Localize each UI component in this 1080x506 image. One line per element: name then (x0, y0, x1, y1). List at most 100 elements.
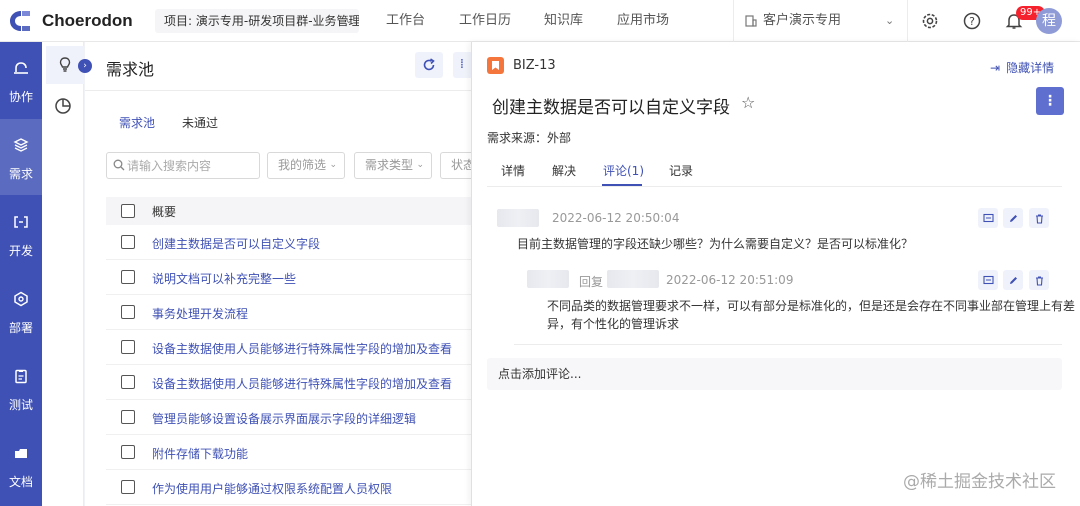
search-icon (113, 159, 125, 171)
nav-knowledge[interactable]: 知识库 (544, 0, 583, 42)
settings-gear-icon[interactable] (919, 10, 941, 32)
filter-label: 我的筛选 (278, 158, 327, 172)
row-checkbox[interactable] (121, 305, 135, 319)
list-item[interactable]: 管理员能够设置设备展示界面展示字段的详细逻辑 (106, 400, 471, 435)
clipboard-icon (12, 367, 30, 385)
pie-chart-icon (55, 98, 71, 114)
edit-icon[interactable] (1003, 270, 1023, 290)
project-select[interactable]: 项目: 演示专用-研发项目群-业务管理 ⌄ (155, 9, 359, 33)
more-actions-button[interactable]: ⁞ (453, 52, 471, 78)
sidebar-item-docs[interactable]: 文档 (0, 427, 42, 503)
list-item[interactable]: 作为使用用户能够通过权限系统配置人员权限 (106, 470, 471, 505)
sidebar-item-requirement[interactable]: 需求 (0, 119, 42, 195)
tab-resolve[interactable]: 解决 (552, 162, 576, 179)
select-all-checkbox[interactable] (121, 204, 135, 218)
lightbulb-icon (59, 57, 71, 72)
delete-icon[interactable] (1029, 270, 1049, 290)
refresh-button[interactable] (415, 52, 443, 78)
comment-reply-icon[interactable] (978, 270, 998, 290)
app-name: Choerodon (42, 11, 133, 30)
issue-detail-panel: BIZ-13 ⇥ 隐藏详情 创建主数据是否可以自定义字段 ☆ ⋮ 需求来源：外部 … (471, 42, 1080, 506)
row-summary[interactable]: 说明文档可以补充完整一些 (152, 270, 296, 287)
nav-workbench[interactable]: 工作台 (386, 0, 425, 42)
column-summary: 概要 (152, 205, 177, 219)
list-item[interactable]: 设备主数据使用人员能够进行特殊属性字段的增加及查看 (106, 330, 471, 365)
search-input[interactable] (127, 157, 255, 175)
row-checkbox[interactable] (121, 410, 135, 424)
reply-time: 2022-06-12 20:51:09 (666, 273, 794, 287)
issue-key: BIZ-13 (513, 58, 556, 73)
row-summary[interactable]: 事务处理开发流程 (152, 305, 248, 322)
add-comment-input[interactable]: 点击添加评论... (487, 358, 1062, 390)
row-summary[interactable]: 附件存储下载功能 (152, 445, 248, 462)
user-avatar[interactable]: 程 (1036, 8, 1062, 34)
org-select[interactable]: 客户演示专用 ⌄ (745, 0, 894, 42)
sidebar-item-label: 部署 (8, 321, 33, 335)
row-checkbox[interactable] (121, 270, 135, 284)
row-summary[interactable]: 创建主数据是否可以自定义字段 (152, 235, 320, 252)
chevron-down-icon: ⌄ (344, 15, 353, 26)
divider (907, 0, 908, 42)
tab-records[interactable]: 记录 (669, 162, 693, 179)
search-field[interactable] (106, 152, 260, 179)
sub-sidebar (42, 42, 84, 506)
list-item[interactable]: 附件存储下载功能 (106, 435, 471, 470)
list-item[interactable]: 事务处理开发流程 (106, 295, 471, 330)
row-summary[interactable]: 设备主数据使用人员能够进行特殊属性字段的增加及查看 (152, 375, 452, 392)
row-checkbox[interactable] (121, 340, 135, 354)
tab-details[interactable]: 详情 (501, 162, 525, 179)
comment-text: 目前主数据管理的字段还缺少哪些？为什么需要自定义？是否可以标准化？ (517, 237, 914, 251)
issue-title[interactable]: 创建主数据是否可以自定义字段 (492, 93, 730, 118)
nav-calendar[interactable]: 工作日历 (459, 0, 511, 42)
project-select-value: 项目: 演示专用-研发项目群-业务管理 (164, 14, 359, 28)
row-checkbox[interactable] (121, 235, 135, 249)
help-icon[interactable]: ? (961, 10, 983, 32)
subnav-analysis[interactable] (53, 96, 73, 116)
sidebar-item-deploy[interactable]: 部署 (0, 273, 42, 349)
divider (85, 90, 471, 91)
row-summary[interactable]: 管理员能够设置设备展示界面展示字段的详细逻辑 (152, 410, 416, 427)
deploy-icon (12, 290, 30, 308)
sidebar-item-label: 测试 (8, 398, 33, 412)
list-item[interactable]: 设备主数据使用人员能够进行特殊属性字段的增加及查看 (106, 365, 471, 400)
comment-reply-icon[interactable] (978, 208, 998, 228)
chevron-down-icon: ⌄ (329, 160, 337, 170)
choerodon-logo-icon (8, 9, 34, 33)
delete-icon[interactable] (1029, 208, 1049, 228)
row-checkbox[interactable] (121, 480, 135, 494)
list-item[interactable]: 创建主数据是否可以自定义字段 (106, 225, 471, 260)
nav-app-market[interactable]: 应用市场 (617, 0, 669, 42)
refresh-icon (423, 58, 435, 71)
svg-text:?: ? (969, 15, 975, 28)
row-summary[interactable]: 设备主数据使用人员能够进行特殊属性字段的增加及查看 (152, 340, 452, 357)
sidebar-item-test[interactable]: 测试 (0, 350, 42, 426)
list-item[interactable]: 说明文档可以补充完整一些 (106, 260, 471, 295)
hide-detail-label: 隐藏详情 (1006, 61, 1055, 75)
row-checkbox[interactable] (121, 375, 135, 389)
edit-icon[interactable] (1003, 208, 1023, 228)
more-vertical-button[interactable]: ⋮ (1036, 87, 1064, 115)
chevron-down-icon: ⌄ (416, 160, 424, 170)
reply-text: 不同品类的数据管理要求不一样，可以有部分是标准化的，但是还是会存在不同事业部在管… (547, 299, 1076, 313)
row-checkbox[interactable] (121, 445, 135, 459)
list-header: 概要 (106, 197, 471, 225)
tab-requirement-pool[interactable]: 需求池 (119, 114, 155, 131)
avatar (497, 209, 539, 227)
star-icon[interactable]: ☆ (741, 93, 755, 112)
avatar (527, 270, 569, 288)
my-filter-select[interactable]: 我的筛选 ⌄ (267, 152, 345, 179)
app-logo[interactable]: Choerodon (8, 9, 133, 33)
top-header: Choerodon 项目: 演示专用-研发项目群-业务管理 ⌄ 工作台 工作日历… (0, 0, 1080, 42)
divider (733, 0, 734, 42)
reply-text: 异，有个性化的管理诉求 (547, 317, 680, 331)
sidebar-item-label: 开发 (8, 244, 33, 258)
avatar (607, 270, 659, 288)
type-filter-select[interactable]: 需求类型 ⌄ (354, 152, 432, 179)
expand-chevron-icon[interactable]: › (78, 59, 92, 73)
hide-detail-button[interactable]: ⇥ 隐藏详情 (990, 59, 1054, 76)
tab-comments[interactable]: 评论(1) (603, 162, 644, 179)
sidebar-item-develop[interactable]: 开发 (0, 196, 42, 272)
tab-not-passed[interactable]: 未通过 (182, 114, 218, 131)
sidebar-item-collaborate[interactable]: 协作 (0, 42, 42, 118)
row-summary[interactable]: 作为使用用户能够通过权限系统配置人员权限 (152, 480, 392, 497)
